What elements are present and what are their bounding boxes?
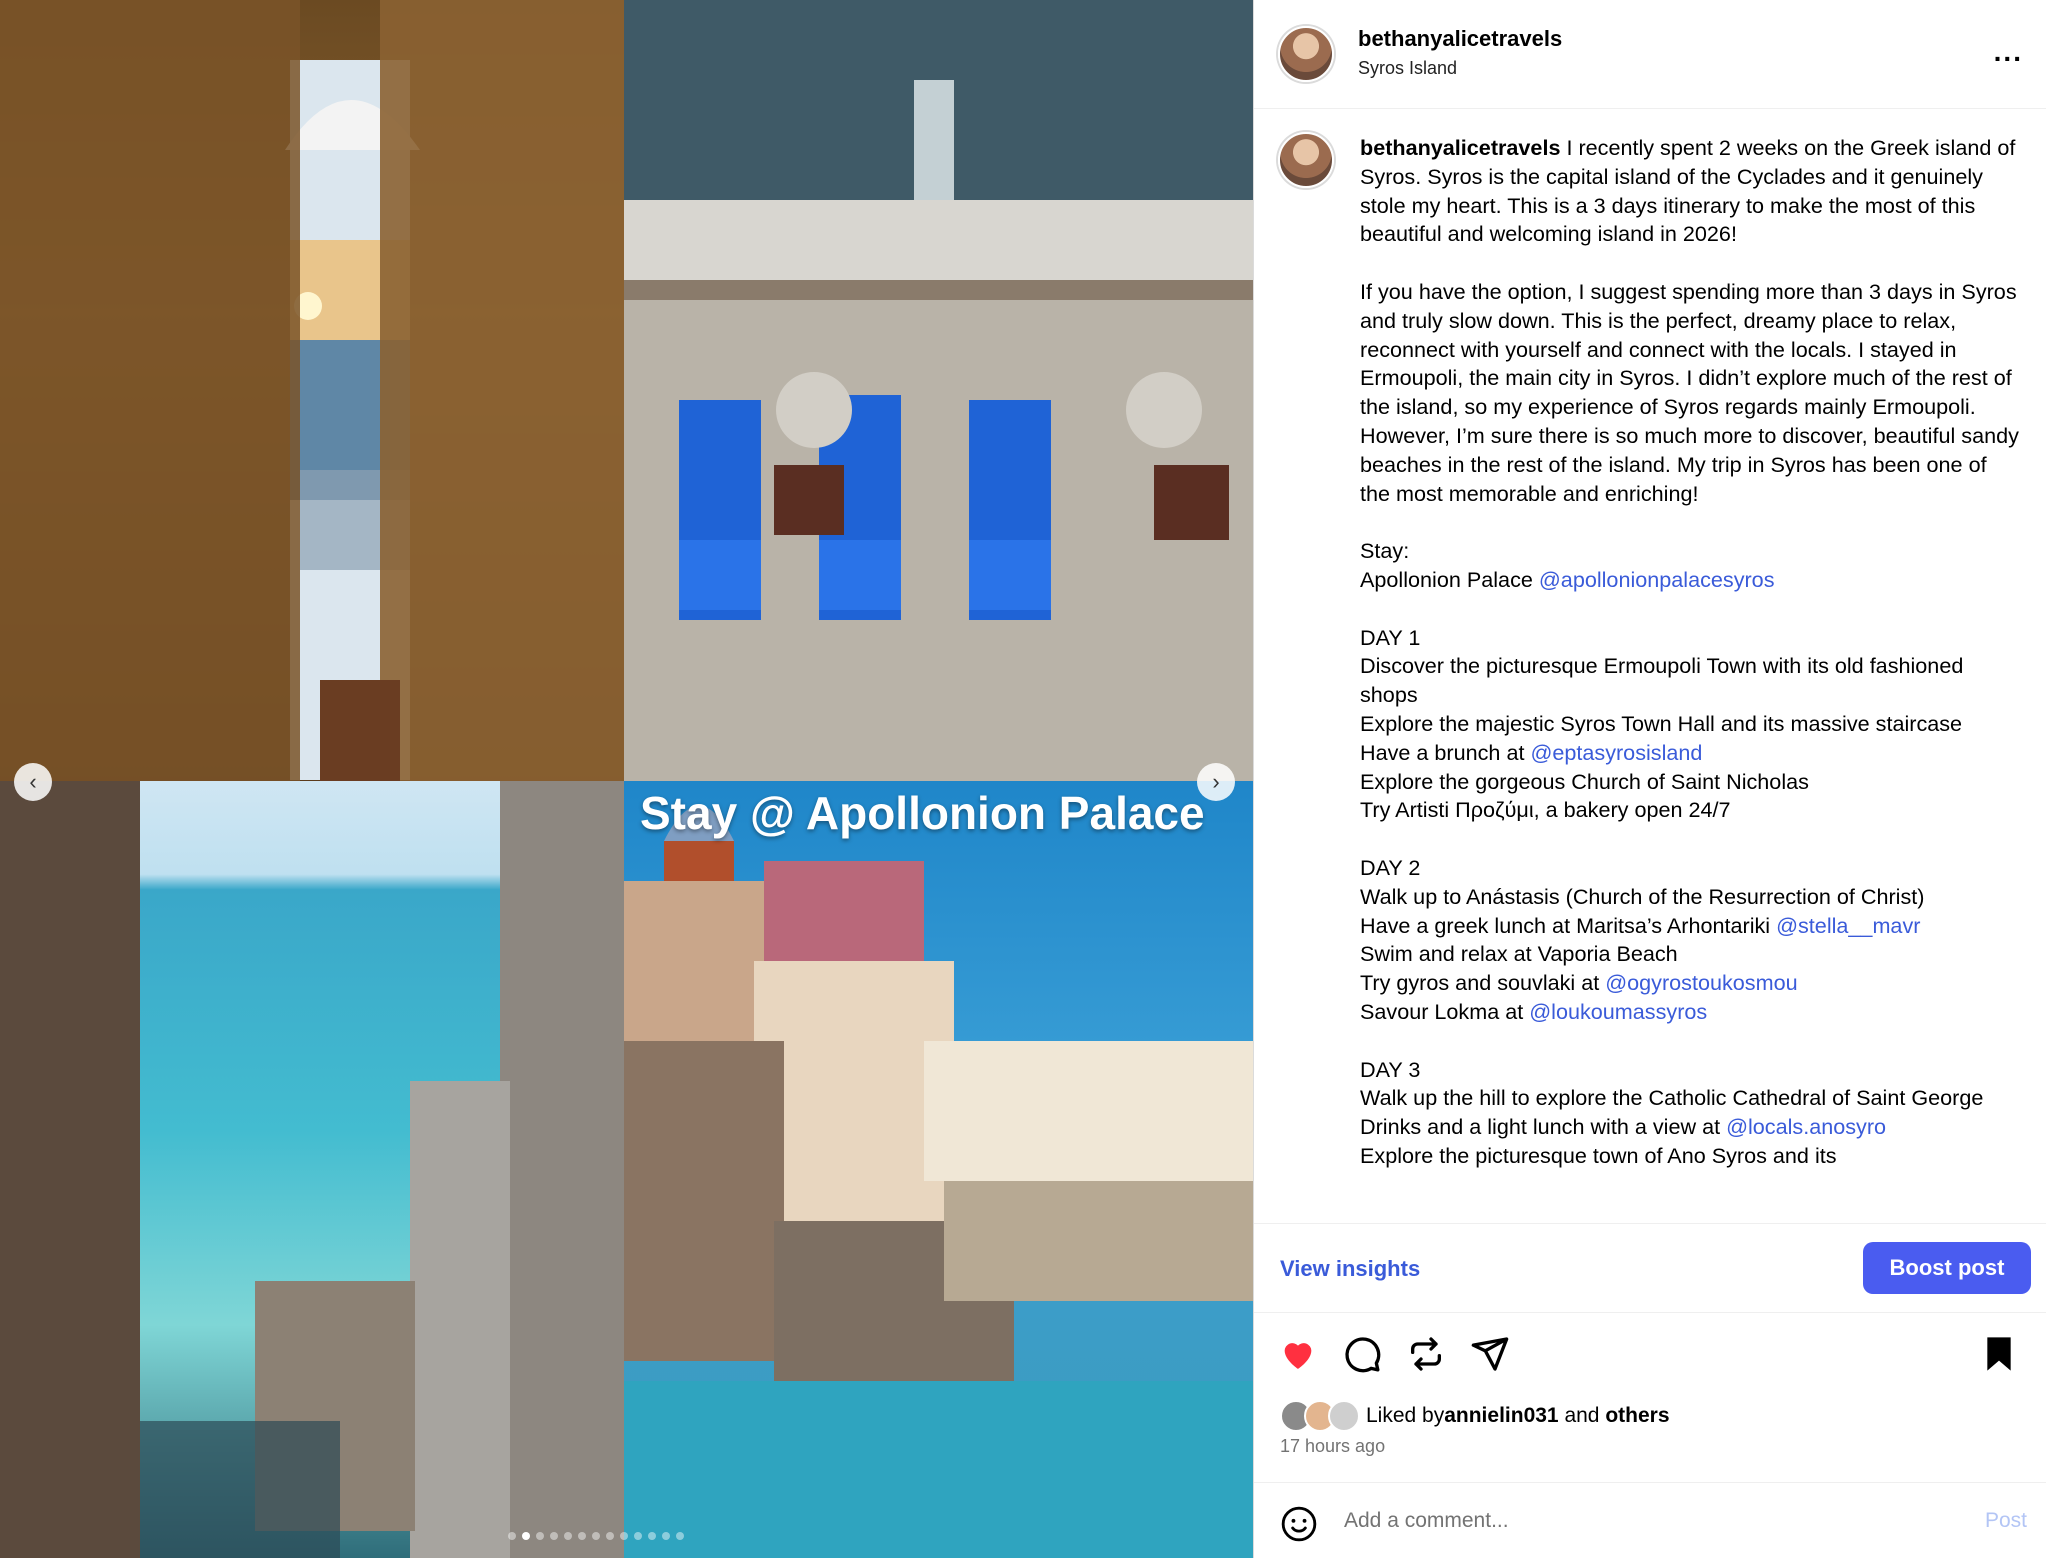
photo-sunbeds (624, 0, 1253, 781)
caption-line: Discover the picturesque Ermoupoli Town … (1360, 653, 1964, 708)
boost-post-button[interactable]: Boost post (1863, 1242, 2031, 1294)
post-comment-button[interactable]: Post (1985, 1509, 2027, 1533)
carousel-dot (620, 1532, 628, 1540)
likes-user[interactable]: annielin031 (1444, 1404, 1558, 1428)
carousel-dot (662, 1532, 670, 1540)
carousel-dot (676, 1532, 684, 1540)
insights-bar: View insights Boost post (1254, 1223, 2046, 1313)
post-header: bethanyalicetravels Syros Island ... (1254, 0, 2046, 109)
caption-day2: DAY 2 (1360, 854, 1421, 880)
caption-line: Swim and relax at Vaporia Beach (1360, 941, 1678, 967)
carousel-dot (522, 1532, 530, 1540)
carousel-dots (508, 1532, 684, 1540)
caption-line: Walk up to Anástasis (Church of the Resu… (1360, 883, 1925, 909)
caption-stay-text: Apollonion Palace (1360, 566, 1539, 592)
carousel-dot (564, 1532, 572, 1540)
post-media-carousel: Stay @ Apollonion Palace ‹ › (0, 0, 1253, 1558)
share-icon[interactable] (1470, 1334, 1510, 1374)
chevron-right-icon: › (1212, 769, 1220, 794)
heart-icon[interactable] (1278, 1334, 1318, 1374)
view-insights-link[interactable]: View insights (1280, 1256, 1420, 1282)
likes-prefix: Liked by (1366, 1404, 1445, 1427)
caption-stay-label: Stay: (1360, 538, 1410, 564)
more-options-button[interactable]: ... (1994, 36, 2023, 68)
likes-others[interactable]: others (1605, 1404, 1669, 1428)
carousel-dot (648, 1532, 656, 1540)
bookmark-icon[interactable] (1979, 1334, 2019, 1374)
caption-line: Have a greek lunch at Maritsa’s Arhontar… (1360, 912, 1777, 938)
mention-link[interactable]: @locals.anosyro (1726, 1114, 1886, 1139)
mention-link[interactable]: @stella__mavr (1776, 913, 1920, 938)
comment-icon[interactable] (1342, 1334, 1382, 1374)
mention-link[interactable]: @loukoumassyros (1529, 999, 1707, 1024)
comment-input[interactable]: Add a comment... (1344, 1509, 1509, 1533)
caption-line: Have a brunch at (1360, 739, 1531, 765)
post-side-panel: bethanyalicetravels Syros Island ... bet… (1253, 0, 2046, 1558)
comment-bar: Add a comment... Post (1254, 1482, 2046, 1559)
mention-link[interactable]: @apollonionpalacesyros (1539, 567, 1775, 592)
avatar[interactable] (1278, 26, 1334, 82)
post-timestamp[interactable]: 17 hours ago (1280, 1436, 1385, 1457)
carousel-overlay-title: Stay @ Apollonion Palace (640, 787, 1205, 839)
header-username[interactable]: bethanyalicetravels (1358, 26, 1562, 52)
likes-summary: Liked by annielin031 and others (1280, 1400, 1670, 1432)
liker-avatar (1328, 1400, 1360, 1432)
mention-link[interactable]: @ogyrostoukosmou (1605, 970, 1797, 995)
carousel-dot (536, 1532, 544, 1540)
photo-sea-jetty (0, 781, 624, 1558)
caption-line: Savour Lokma at (1360, 998, 1530, 1024)
mention-link[interactable]: @eptasyrosisland (1530, 740, 1702, 765)
likes-mid: and (1558, 1404, 1606, 1427)
caption-line: Explore the picturesque town of Ano Syro… (1360, 1142, 1837, 1168)
caption-line: Walk up the hill to explore the Catholic… (1360, 1085, 1984, 1111)
header-location[interactable]: Syros Island (1358, 58, 1457, 79)
carousel-dot (508, 1532, 516, 1540)
caption-line: Explore the gorgeous Church of Saint Nic… (1360, 768, 1809, 794)
carousel-dot (606, 1532, 614, 1540)
carousel-dot (592, 1532, 600, 1540)
carousel-dot (578, 1532, 586, 1540)
carousel-next-button[interactable]: › (1197, 763, 1235, 801)
caption-para2: If you have the option, I suggest spendi… (1360, 278, 2019, 506)
repost-icon[interactable] (1406, 1334, 1446, 1374)
caption-day3: DAY 3 (1360, 1056, 1421, 1082)
caption-line: Explore the majestic Syros Town Hall and… (1360, 710, 1963, 736)
carousel-dot (550, 1532, 558, 1540)
post-caption: bethanyalicetravels I recently spent 2 w… (1360, 134, 2020, 1219)
caption-line: Try Artisti Προζύμι, a bakery open 24/7 (1360, 797, 1731, 823)
caption-line: Drinks and a light lunch with a view at (1360, 1114, 1727, 1140)
chevron-left-icon: ‹ (29, 769, 37, 794)
photo-apollonion-palace (624, 781, 1253, 1558)
photo-hotel-window (0, 0, 624, 781)
more-icon: ... (1993, 36, 2023, 67)
post-actions (1254, 1318, 2046, 1388)
caption-line: Try gyros and souvlaki at (1360, 970, 1606, 996)
caption-username[interactable]: bethanyalicetravels (1360, 135, 1560, 160)
emoji-icon[interactable] (1280, 1505, 1318, 1543)
carousel-prev-button[interactable]: ‹ (14, 763, 52, 801)
caption-avatar[interactable] (1278, 132, 1334, 188)
caption-day1: DAY 1 (1360, 624, 1421, 650)
carousel-dot (634, 1532, 642, 1540)
